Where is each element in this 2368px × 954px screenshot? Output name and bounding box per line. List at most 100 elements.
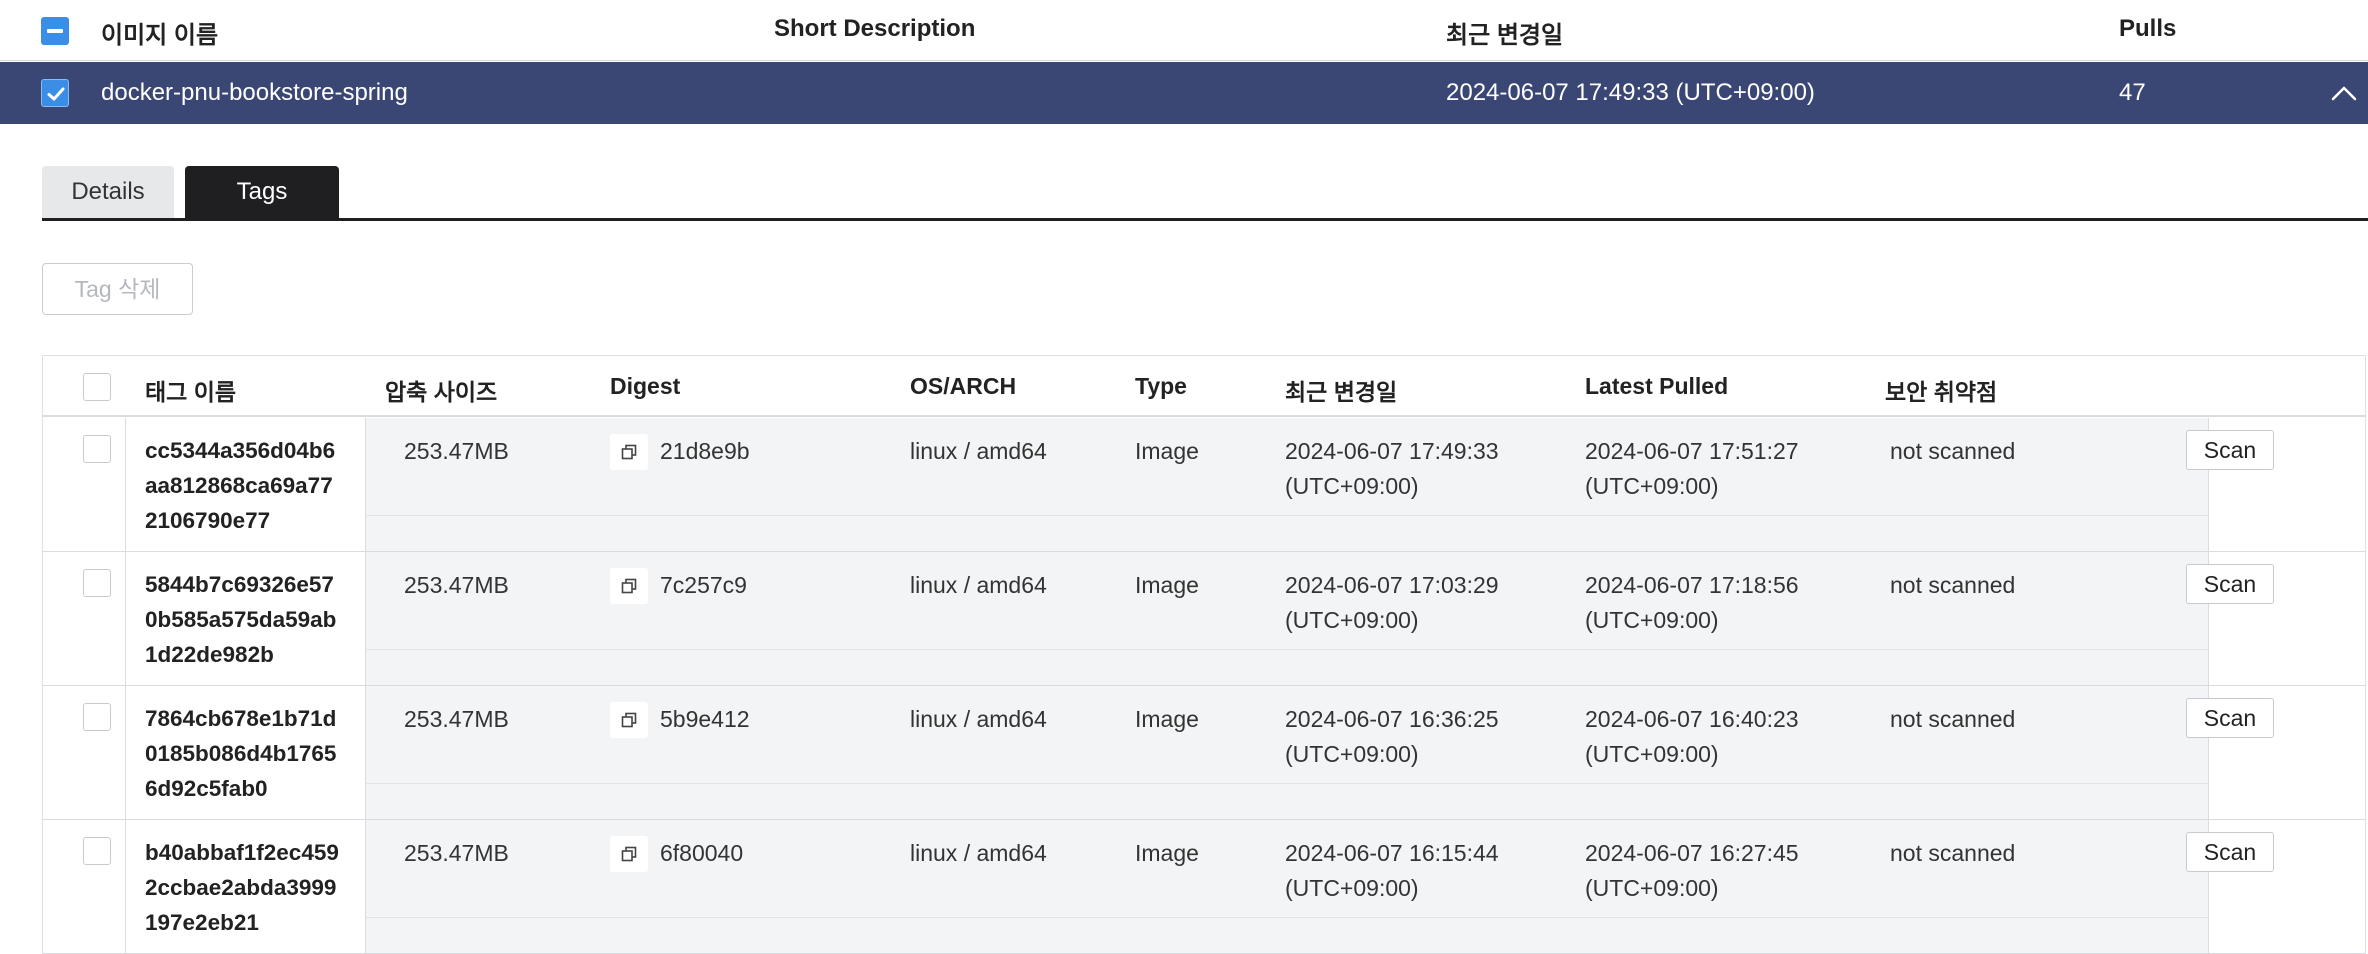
last-modified-date: 2024-06-07 16:36:25 <box>1285 706 1499 732</box>
security-status: not scanned <box>1890 572 2016 598</box>
compressed-size: 253.47MB <box>404 438 509 464</box>
last-modified-date: 2024-06-07 17:49:33 <box>1285 438 1499 464</box>
tag-name[interactable]: b40abbaf1f2ec4592ccbae2abda3999197e2eb21 <box>145 835 345 940</box>
image-type: Image <box>1135 438 1199 464</box>
tag-row-checkbox[interactable] <box>83 837 111 865</box>
latest-pulled-tz: (UTC+09:00) <box>1585 473 1719 499</box>
repo-row-selected[interactable]: docker-pnu-bookstore-spring 2024-06-07 1… <box>0 62 2368 124</box>
scan-button[interactable]: Scan <box>2186 832 2274 872</box>
row-divider <box>365 783 2209 784</box>
row-divider <box>365 917 2209 918</box>
last-modified-tz: (UTC+09:00) <box>1285 607 1419 633</box>
tag-row[interactable]: cc5344a356d04b6aa812868ca69a772106790e77… <box>43 418 2365 552</box>
tag-name[interactable]: 5844b7c69326e570b585a575da59ab1d22de982b <box>145 567 345 672</box>
column-divider <box>125 552 126 685</box>
copy-icon[interactable] <box>610 836 648 872</box>
header-pulls[interactable]: Pulls <box>2119 15 2176 43</box>
security-status: not scanned <box>1890 438 2016 464</box>
tag-row[interactable]: 5844b7c69326e570b585a575da59ab1d22de982b… <box>43 552 2365 686</box>
select-all-checkbox[interactable] <box>41 17 69 45</box>
last-modified-tz: (UTC+09:00) <box>1285 741 1419 767</box>
digest[interactable]: 5b9e412 <box>660 702 750 737</box>
tag-name[interactable]: 7864cb678e1b71d0185b086d4b17656d92c5fab0 <box>145 701 345 806</box>
tab-divider <box>42 218 2368 221</box>
header-short-description[interactable]: Short Description <box>774 15 975 43</box>
tag-row-checkbox[interactable] <box>83 703 111 731</box>
security-status: not scanned <box>1890 706 2016 732</box>
repo-table-header: 이미지 이름 Short Description 최근 변경일 Pulls <box>0 0 2368 61</box>
last-modified-tz: (UTC+09:00) <box>1285 875 1419 901</box>
latest-pulled-date: 2024-06-07 16:40:23 <box>1585 706 1799 732</box>
latest-pulled-date: 2024-06-07 16:27:45 <box>1585 840 1799 866</box>
header-tag-name[interactable]: 태그 이름 <box>145 373 236 407</box>
compressed-size: 253.47MB <box>404 706 509 732</box>
column-divider <box>125 686 126 819</box>
last-modified: 2024-06-07 17:03:29 (UTC+09:00) <box>1285 568 1499 638</box>
last-modified-tz: (UTC+09:00) <box>1285 473 1419 499</box>
last-modified: 2024-06-07 16:15:44 (UTC+09:00) <box>1285 836 1499 906</box>
header-digest[interactable]: Digest <box>610 373 680 400</box>
latest-pulled-date: 2024-06-07 17:18:56 <box>1585 572 1799 598</box>
tag-row[interactable]: b40abbaf1f2ec4592ccbae2abda3999197e2eb21… <box>43 820 2365 954</box>
compressed-size: 253.47MB <box>404 840 509 866</box>
scan-button[interactable]: Scan <box>2186 564 2274 604</box>
latest-pulled: 2024-06-07 17:51:27 (UTC+09:00) <box>1585 434 1799 504</box>
tag-row-checkbox[interactable] <box>83 435 111 463</box>
checkmark-icon <box>47 87 65 101</box>
image-type: Image <box>1135 572 1199 598</box>
latest-pulled: 2024-06-07 16:27:45 (UTC+09:00) <box>1585 836 1799 906</box>
repo-name[interactable]: docker-pnu-bookstore-spring <box>101 79 408 107</box>
last-modified: 2024-06-07 17:49:33 (UTC+09:00) <box>1285 434 1499 504</box>
header-last-modified[interactable]: 최근 변경일 <box>1446 15 1563 50</box>
column-divider <box>125 418 126 551</box>
scan-button[interactable]: Scan <box>2186 430 2274 470</box>
header-vulnerabilities[interactable]: 보안 취약점 <box>1885 373 1997 407</box>
security-status: not scanned <box>1890 840 2016 866</box>
header-last-modified-tag[interactable]: 최근 변경일 <box>1285 373 1397 407</box>
digest[interactable]: 21d8e9b <box>660 434 750 469</box>
tag-name[interactable]: cc5344a356d04b6aa812868ca69a772106790e77 <box>145 433 345 538</box>
repo-pulls: 47 <box>2119 79 2146 106</box>
image-type: Image <box>1135 706 1199 732</box>
repo-last-modified: 2024-06-07 17:49:33 (UTC+09:00) <box>1446 79 1815 106</box>
latest-pulled-tz: (UTC+09:00) <box>1585 741 1719 767</box>
tab-tags[interactable]: Tags <box>185 166 339 218</box>
last-modified-date: 2024-06-07 16:15:44 <box>1285 840 1499 866</box>
scan-button[interactable]: Scan <box>2186 698 2274 738</box>
column-divider <box>125 820 126 953</box>
header-os-arch[interactable]: OS/ARCH <box>910 373 1016 400</box>
image-type: Image <box>1135 840 1199 866</box>
repo-row-checkbox[interactable] <box>41 79 69 107</box>
select-all-tags-checkbox[interactable] <box>83 373 111 401</box>
header-image-name[interactable]: 이미지 이름 <box>101 15 218 50</box>
copy-icon[interactable] <box>610 702 648 738</box>
tags-table-header: 태그 이름 압축 사이즈 Digest OS/ARCH Type 최근 변경일 … <box>43 356 2365 417</box>
tab-details[interactable]: Details <box>42 166 174 218</box>
row-divider <box>365 515 2209 516</box>
tag-row[interactable]: 7864cb678e1b71d0185b086d4b17656d92c5fab0… <box>43 686 2365 820</box>
last-modified-date: 2024-06-07 17:03:29 <box>1285 572 1499 598</box>
digest[interactable]: 6f80040 <box>660 836 743 871</box>
compressed-size: 253.47MB <box>404 572 509 598</box>
os-arch: linux / amd64 <box>910 840 1047 866</box>
last-modified: 2024-06-07 16:36:25 (UTC+09:00) <box>1285 702 1499 772</box>
header-latest-pulled[interactable]: Latest Pulled <box>1585 373 1728 400</box>
copy-icon[interactable] <box>610 568 648 604</box>
tag-row-checkbox[interactable] <box>83 569 111 597</box>
latest-pulled-tz: (UTC+09:00) <box>1585 607 1719 633</box>
latest-pulled-date: 2024-06-07 17:51:27 <box>1585 438 1799 464</box>
digest[interactable]: 7c257c9 <box>660 568 747 603</box>
delete-tag-button[interactable]: Tag 삭제 <box>42 263 193 315</box>
chevron-up-icon[interactable] <box>2326 76 2362 112</box>
header-type[interactable]: Type <box>1135 373 1187 400</box>
copy-icon[interactable] <box>610 434 648 470</box>
latest-pulled: 2024-06-07 16:40:23 (UTC+09:00) <box>1585 702 1799 772</box>
os-arch: linux / amd64 <box>910 572 1047 598</box>
os-arch: linux / amd64 <box>910 438 1047 464</box>
latest-pulled: 2024-06-07 17:18:56 (UTC+09:00) <box>1585 568 1799 638</box>
latest-pulled-tz: (UTC+09:00) <box>1585 875 1719 901</box>
tags-table: 태그 이름 압축 사이즈 Digest OS/ARCH Type 최근 변경일 … <box>42 355 2366 954</box>
header-compressed-size[interactable]: 압축 사이즈 <box>385 373 497 407</box>
os-arch: linux / amd64 <box>910 706 1047 732</box>
row-divider <box>365 649 2209 650</box>
